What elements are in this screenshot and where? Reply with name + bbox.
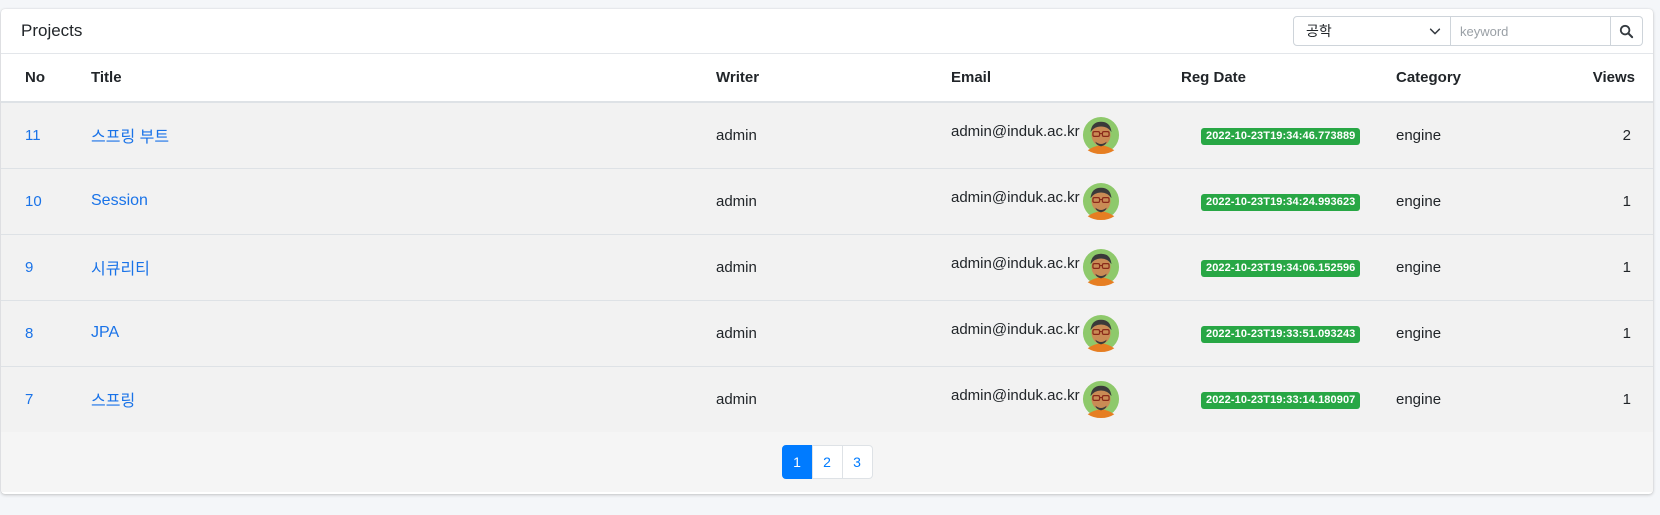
row-category: engine bbox=[1396, 167, 1488, 234]
card-title: Projects bbox=[21, 21, 83, 40]
row-writer: admin bbox=[716, 233, 951, 300]
row-title-link[interactable]: Session bbox=[91, 192, 148, 209]
row-no-link[interactable]: 9 bbox=[25, 259, 33, 276]
pagination-area: 1 2 3 bbox=[1, 432, 1653, 492]
row-email: admin@induk.ac.kr bbox=[951, 320, 1080, 338]
row-email: admin@induk.ac.kr bbox=[951, 188, 1080, 206]
projects-table: No Title Writer Email Reg Date Category … bbox=[1, 54, 1653, 432]
header-views: Views bbox=[1488, 54, 1653, 103]
header-category: Category bbox=[1396, 54, 1488, 103]
table-row: 7 스프링 admin admin@induk.ac.kr 2022-10-23… bbox=[1, 365, 1653, 432]
page-button-1[interactable]: 1 bbox=[781, 445, 813, 479]
header-no: No bbox=[1, 54, 91, 103]
search-button[interactable] bbox=[1611, 16, 1643, 46]
row-title-link[interactable]: 스프링 부트 bbox=[91, 129, 169, 146]
row-category: engine bbox=[1396, 233, 1488, 300]
row-title-link[interactable]: 스프링 bbox=[91, 393, 135, 410]
row-no-link[interactable]: 8 bbox=[25, 325, 33, 342]
table-row: 11 스프링 부트 admin admin@induk.ac.kr 2022-1… bbox=[1, 101, 1653, 168]
header-email: Email bbox=[951, 54, 1181, 103]
pagination: 1 2 3 bbox=[781, 445, 873, 479]
row-title-link[interactable]: 시큐리티 bbox=[91, 261, 150, 278]
table-row: 8 JPA admin admin@induk.ac.kr 2022-10-23… bbox=[1, 299, 1653, 366]
row-reg-date-badge: 2022-10-23T19:34:46.773889 bbox=[1201, 127, 1361, 145]
card-header: Projects 공학 bbox=[1, 9, 1653, 54]
page-button-2[interactable]: 2 bbox=[811, 445, 843, 479]
row-email: admin@induk.ac.kr bbox=[951, 122, 1080, 140]
row-title-link[interactable]: JPA bbox=[91, 324, 119, 341]
row-email: admin@induk.ac.kr bbox=[951, 386, 1080, 404]
table-row: 10 Session admin admin@induk.ac.kr 2022-… bbox=[1, 167, 1653, 234]
projects-card: Projects 공학 No Title Writer Email Reg Da… bbox=[1, 9, 1653, 494]
row-views: 1 bbox=[1488, 299, 1653, 366]
keyword-input[interactable] bbox=[1451, 16, 1611, 46]
page-button-3[interactable]: 3 bbox=[841, 445, 873, 479]
category-select-value: 공학 bbox=[1306, 23, 1332, 39]
row-no-link[interactable]: 10 bbox=[25, 193, 42, 210]
avatar-icon bbox=[1082, 314, 1119, 352]
row-reg-date-badge: 2022-10-23T19:33:51.093243 bbox=[1201, 325, 1361, 343]
avatar-icon bbox=[1082, 182, 1119, 220]
row-writer: admin bbox=[716, 101, 951, 168]
row-writer: admin bbox=[716, 365, 951, 432]
chevron-down-icon bbox=[1429, 28, 1441, 35]
search-icon bbox=[1619, 24, 1634, 38]
table-row: 9 시큐리티 admin admin@induk.ac.kr 2022-10-2… bbox=[1, 233, 1653, 300]
row-views: 1 bbox=[1488, 365, 1653, 432]
category-select[interactable]: 공학 bbox=[1293, 16, 1451, 46]
header-reg-date: Reg Date bbox=[1181, 54, 1396, 103]
row-no-link[interactable]: 7 bbox=[25, 391, 33, 408]
row-views: 2 bbox=[1488, 101, 1653, 168]
row-writer: admin bbox=[716, 167, 951, 234]
header-title: Title bbox=[91, 54, 716, 103]
row-email: admin@induk.ac.kr bbox=[951, 254, 1080, 272]
avatar-icon bbox=[1082, 248, 1119, 286]
row-category: engine bbox=[1396, 101, 1488, 168]
row-views: 1 bbox=[1488, 167, 1653, 234]
header-writer: Writer bbox=[716, 54, 951, 103]
row-no-link[interactable]: 11 bbox=[25, 127, 41, 144]
search-bar: 공학 bbox=[1293, 16, 1643, 46]
avatar-icon bbox=[1082, 381, 1119, 419]
avatar-icon bbox=[1082, 117, 1119, 155]
row-views: 1 bbox=[1488, 233, 1653, 300]
table-header-row: No Title Writer Email Reg Date Category … bbox=[1, 54, 1653, 103]
row-category: engine bbox=[1396, 365, 1488, 432]
row-category: engine bbox=[1396, 299, 1488, 366]
row-reg-date-badge: 2022-10-23T19:34:06.152596 bbox=[1201, 259, 1361, 277]
row-reg-date-badge: 2022-10-23T19:33:14.180907 bbox=[1201, 391, 1361, 409]
row-reg-date-badge: 2022-10-23T19:34:24.993623 bbox=[1201, 193, 1361, 211]
row-writer: admin bbox=[716, 299, 951, 366]
